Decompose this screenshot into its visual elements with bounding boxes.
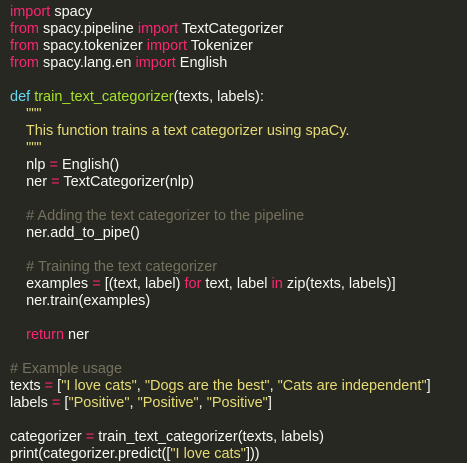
code-line: ​ (10, 191, 467, 208)
comment-token: # Adding the text categorizer to the pip… (10, 208, 305, 224)
code-token: labels (10, 395, 52, 411)
code-token: nlp (10, 157, 50, 173)
comment-token: # Training the text categorizer (10, 259, 218, 275)
code-token: ner.add_to_pipe() (10, 225, 140, 241)
code-line: ​ (10, 242, 467, 259)
keyword-token: from (10, 55, 39, 71)
def-keyword-token: def (10, 89, 31, 105)
code-token: TextCategorizer(nlp) (59, 174, 194, 190)
code-line: texts = ["I love cats", "Dogs are the be… (10, 378, 467, 395)
code-token: ner (64, 327, 90, 343)
code-line: # Example usage (10, 361, 467, 378)
code-token: ner (10, 174, 52, 190)
code-line: ​ (10, 344, 467, 361)
keyword-token: import (146, 38, 188, 54)
code-line: """ (10, 106, 467, 123)
function-name-token: train_text_categorizer (34, 89, 174, 105)
operator-token: = (51, 174, 60, 190)
string-token: """ (10, 106, 42, 122)
code-line: ner.train(examples) (10, 293, 467, 310)
code-line: nlp = English() (10, 157, 467, 174)
code-line: This function trains a text categorizer … (10, 123, 467, 140)
code-token: spacy.tokenizer (39, 38, 147, 54)
string-token: "Dogs are the best" (144, 378, 270, 394)
code-line: print(categorizer.predict(["I love cats"… (10, 446, 467, 463)
string-token: "Positive" (137, 395, 199, 411)
code-token: spacy.lang.en (39, 55, 136, 71)
code-token: ] (426, 378, 431, 394)
keyword-token: for (184, 276, 202, 292)
code-editor[interactable]: import spacy from spacy.pipeline import T… (0, 0, 467, 462)
comment-token: # Example usage (10, 361, 123, 377)
code-line: ​ (10, 72, 467, 89)
code-token: zip(texts, labels)] (282, 276, 396, 292)
string-token: "I love cats" (170, 446, 246, 462)
code-line: """ (10, 140, 467, 157)
code-line: from spacy.tokenizer import Tokenizer (10, 38, 467, 55)
code-token: , (198, 395, 207, 411)
code-token: [(text, label) (100, 276, 185, 292)
keyword-token: from (10, 38, 39, 54)
code-token: , (129, 395, 138, 411)
code-line: ​ (10, 310, 467, 327)
code-token: , (269, 378, 278, 394)
keyword-token: import (135, 55, 176, 71)
code-token: [ (53, 378, 62, 394)
operator-token: = (85, 429, 95, 445)
string-token: "Cats are independent" (277, 378, 427, 394)
keyword-token: in (271, 276, 283, 292)
string-token: "I love cats" (61, 378, 137, 394)
code-line: from spacy.lang.en import English (10, 55, 467, 72)
code-token: print(categorizer.predict([ (10, 446, 171, 462)
keyword-token: from (10, 21, 39, 37)
code-block[interactable]: import spacy from spacy.pipeline import T… (10, 4, 467, 463)
code-line: import spacy (10, 4, 467, 21)
code-line: ner.add_to_pipe() (10, 225, 467, 242)
code-line: from spacy.pipeline import TextCategoriz… (10, 21, 467, 38)
keyword-token: import (137, 21, 179, 37)
code-token: text, label (201, 276, 272, 292)
code-token: ner.train(examples) (10, 293, 151, 309)
code-line: labels = ["Positive", "Positive", "Posit… (10, 395, 467, 412)
code-token: ] (267, 395, 272, 411)
code-line: ner = TextCategorizer(nlp) (10, 174, 467, 191)
code-line: ​ (10, 412, 467, 429)
code-token: spacy.pipeline (39, 21, 138, 37)
string-token: "Positive" (206, 395, 268, 411)
string-token: "Positive" (68, 395, 130, 411)
code-token: English (175, 55, 228, 71)
code-token: examples (10, 276, 93, 292)
code-line: return ner (10, 327, 467, 344)
code-token: ])) (245, 446, 260, 462)
code-token: categorizer (10, 429, 86, 445)
code-token: Tokenizer (187, 38, 253, 54)
code-token: (texts, labels): (173, 89, 264, 105)
code-token: English() (57, 157, 120, 173)
code-token: texts (10, 378, 45, 394)
code-token: , (136, 378, 145, 394)
code-token: train_text_categorizer(texts, labels) (94, 429, 324, 445)
code-line: # Adding the text categorizer to the pip… (10, 208, 467, 225)
code-line: examples = [(text, label) for text, labe… (10, 276, 467, 293)
keyword-token: return (26, 327, 65, 343)
code-line: def train_text_categorizer(texts, labels… (10, 89, 467, 106)
code-line: # Training the text categorizer (10, 259, 467, 276)
operator-token: = (92, 276, 101, 292)
keyword-token: import (10, 4, 51, 20)
operator-token: = (44, 378, 54, 394)
code-token: spacy (50, 4, 93, 20)
string-token: This function trains a text categorizer … (10, 123, 350, 139)
string-token: """ (10, 140, 42, 156)
code-line: categorizer = train_text_categorizer(tex… (10, 429, 467, 446)
code-token: TextCategorizer (178, 21, 284, 37)
operator-token: = (49, 157, 58, 173)
